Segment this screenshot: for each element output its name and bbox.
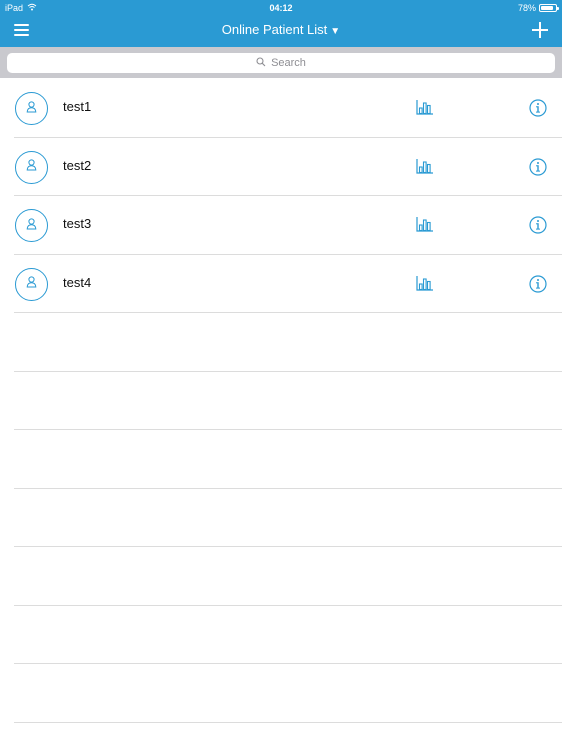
patient-name: test4 <box>63 274 92 290</box>
search-bar-container: Search <box>0 47 562 78</box>
empty-row <box>0 313 562 372</box>
bar-chart-icon[interactable] <box>416 215 434 233</box>
empty-row <box>0 489 562 548</box>
empty-row <box>0 547 562 606</box>
patient-row[interactable]: test4 <box>0 255 562 314</box>
empty-row <box>0 664 562 723</box>
search-input[interactable]: Search <box>7 53 555 73</box>
patient-row[interactable]: test2 <box>0 138 562 197</box>
avatar <box>15 267 48 301</box>
bar-chart-icon[interactable] <box>416 274 434 292</box>
avatar <box>15 209 48 242</box>
add-icon[interactable] <box>532 22 548 38</box>
search-placeholder: Search <box>271 57 306 69</box>
avatar <box>15 150 48 184</box>
status-bar: iPad 04:12 78% <box>0 0 562 16</box>
empty-row <box>0 372 562 431</box>
battery-percent: 78% <box>517 3 536 13</box>
avatar <box>15 92 48 125</box>
battery-icon <box>539 4 559 12</box>
page-title: Online Patient List <box>221 22 328 37</box>
info-icon[interactable] <box>529 99 547 117</box>
info-icon[interactable] <box>529 274 547 293</box>
person-icon <box>26 217 37 235</box>
status-time: 04:12 <box>269 3 293 13</box>
info-icon[interactable] <box>529 157 547 176</box>
caret-down-icon: ▼ <box>330 26 341 37</box>
patient-row[interactable]: test1 <box>0 79 562 138</box>
patient-name: test3 <box>63 216 92 231</box>
patient-name: test2 <box>63 157 92 173</box>
list-selector-title[interactable]: Online Patient List ▼ <box>0 22 562 37</box>
person-icon <box>26 158 37 176</box>
patient-row[interactable]: test3 <box>0 196 562 255</box>
person-icon <box>26 275 37 293</box>
patient-list: test1 test2 test3 test4 <box>0 79 562 723</box>
search-icon <box>256 56 266 70</box>
patient-name: test1 <box>63 99 92 114</box>
person-icon <box>26 100 37 118</box>
bar-chart-icon[interactable] <box>416 157 434 175</box>
battery-fill <box>541 6 554 10</box>
empty-row <box>0 606 562 665</box>
top-bar: iPad 04:12 78% Online Patient List ▼ <box>0 0 562 47</box>
info-icon[interactable] <box>529 216 547 234</box>
bar-chart-icon[interactable] <box>416 98 434 116</box>
nav-bar: Online Patient List ▼ <box>0 16 562 47</box>
empty-row <box>0 430 562 489</box>
